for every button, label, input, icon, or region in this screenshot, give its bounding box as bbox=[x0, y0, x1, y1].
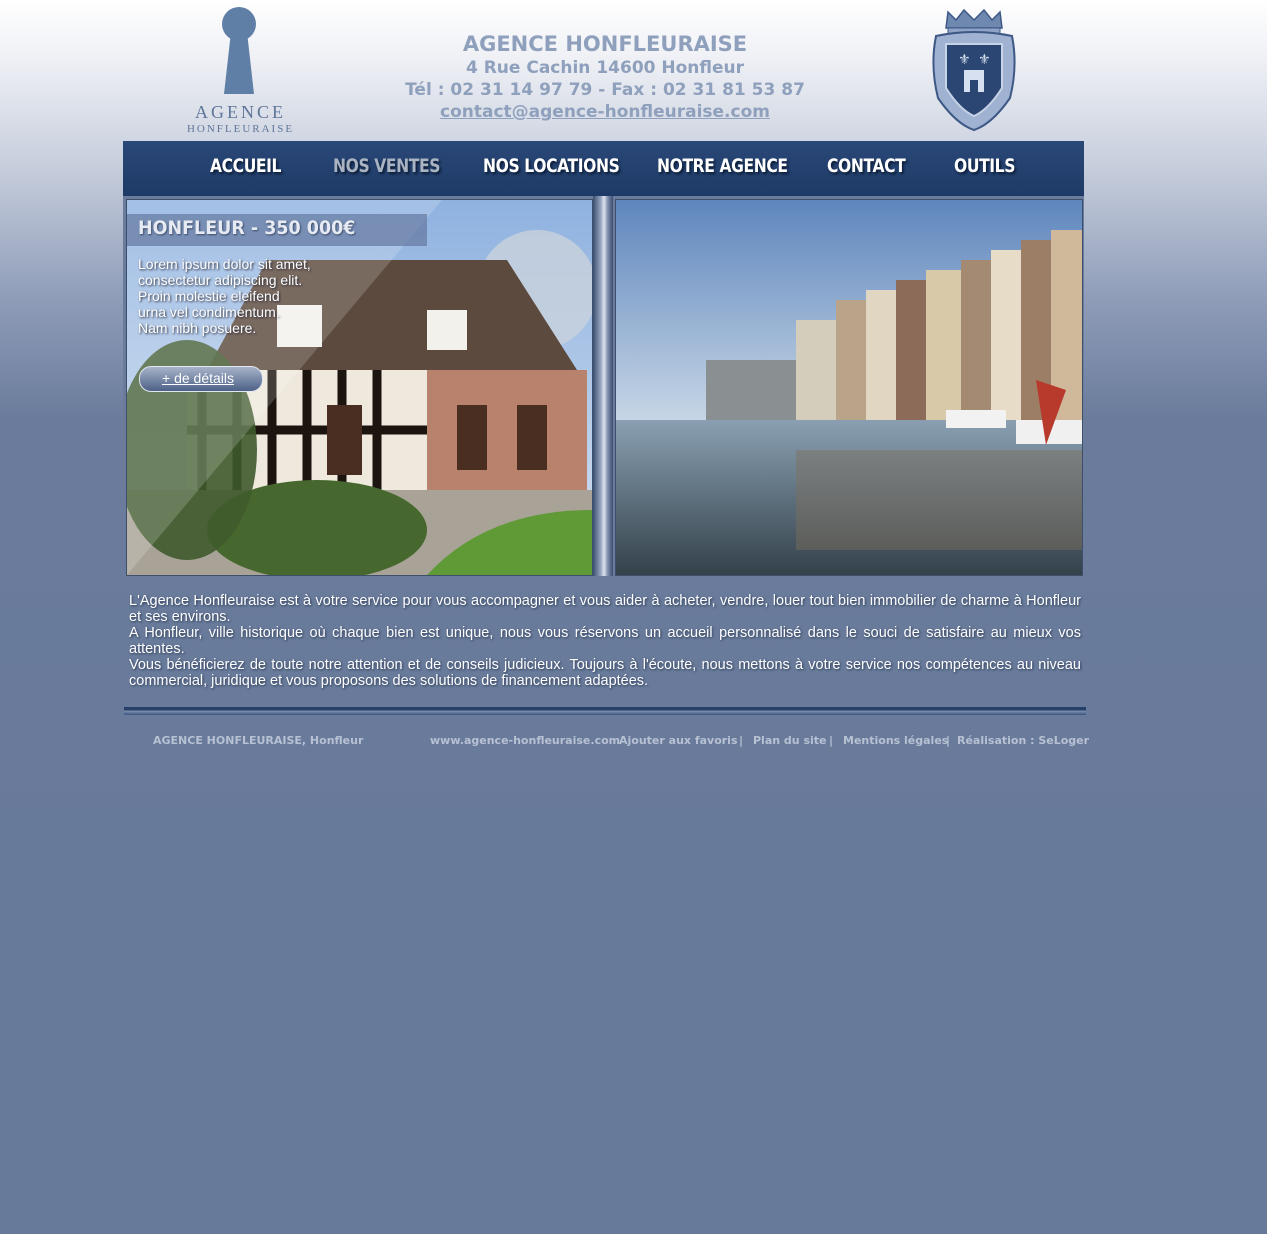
nav-item-accueil[interactable]: ACCUEIL bbox=[210, 155, 281, 177]
nav-item-nos-locations[interactable]: NOS LOCATIONS bbox=[483, 155, 620, 177]
listing-description-line: consectetur adipiscing elit. bbox=[138, 272, 303, 288]
footer-agency-name: AGENCE HONFLEURAISE, Honfleur bbox=[153, 734, 364, 747]
listing-title-banner: HONFLEUR - 350 000€ bbox=[127, 214, 427, 246]
more-details-label: + de détails bbox=[162, 370, 234, 386]
agency-introduction: L'Agence Honfleuraise est à votre servic… bbox=[129, 593, 1081, 689]
site-header: AGENCE HONFLEURAISE AGENCE HONFLEURAISE … bbox=[0, 0, 1267, 141]
footer-separator-pipe: | bbox=[829, 734, 834, 747]
footer-add-favorites-link[interactable]: Ajouter aux favoris bbox=[619, 734, 738, 747]
more-details-button[interactable]: + de détails bbox=[139, 366, 263, 392]
listing-description-line: Proin molestie eleifend bbox=[138, 288, 280, 304]
footer-credit-link[interactable]: Réalisation : SeLoger bbox=[957, 734, 1089, 747]
listing-description-line: urna vel condimentum. bbox=[138, 304, 280, 320]
logo-text-agence: AGENCE bbox=[195, 102, 286, 122]
ornamental-divider bbox=[593, 196, 613, 576]
listing-description-line: Lorem ipsum dolor sit amet, bbox=[138, 256, 311, 272]
footer-separator-pipe: | bbox=[946, 734, 951, 747]
nav-item-outils[interactable]: OUTILS bbox=[954, 155, 1015, 177]
intro-paragraph: L'Agence Honfleuraise est à votre servic… bbox=[129, 593, 1081, 625]
footer-sitemap-link[interactable]: Plan du site bbox=[753, 734, 827, 747]
svg-text:⚜: ⚜ bbox=[958, 52, 971, 68]
listing-description-line: Nam nibh posuere. bbox=[138, 320, 257, 336]
agency-email-link[interactable]: contact@agence-honfleuraise.com bbox=[400, 101, 810, 123]
footer-site-link[interactable]: www.agence-honfleuraise.com bbox=[430, 734, 620, 747]
logo-text-honfleuraise: HONFLEURAISE bbox=[186, 123, 295, 135]
keyhole-icon bbox=[222, 7, 256, 94]
nav-item-notre-agence[interactable]: NOTRE AGENCE bbox=[657, 155, 788, 177]
intro-paragraph: A Honfleur, ville historique où chaque b… bbox=[129, 625, 1081, 657]
honfleur-harbour-photo bbox=[615, 199, 1083, 576]
contact-block: AGENCE HONFLEURAISE 4 Rue Cachin 14600 H… bbox=[400, 32, 810, 123]
honfleur-coat-of-arms-icon: ⚜ ⚜ bbox=[926, 6, 1022, 132]
agency-name: AGENCE HONFLEURAISE bbox=[462, 32, 748, 56]
featured-listing: HONFLEUR - 350 000€ Lorem ipsum dolor si… bbox=[123, 196, 1084, 579]
agency-address: 4 Rue Cachin 14600 Honfleur bbox=[465, 58, 745, 78]
listing-house-photo[interactable]: HONFLEUR - 350 000€ Lorem ipsum dolor si… bbox=[126, 199, 593, 576]
svg-text:⚜: ⚜ bbox=[978, 52, 991, 68]
listing-description: Lorem ipsum dolor sit amet, consectetur … bbox=[138, 256, 368, 336]
agency-logo[interactable]: AGENCE HONFLEURAISE bbox=[183, 6, 298, 135]
nav-item-contact[interactable]: CONTACT bbox=[827, 155, 906, 177]
footer-separator bbox=[124, 707, 1086, 715]
footer-legal-link[interactable]: Mentions légales bbox=[843, 734, 948, 747]
footer-separator-pipe: | bbox=[739, 734, 744, 747]
agency-phone-fax: Tél : 02 31 14 97 79 - Fax : 02 31 81 53… bbox=[405, 80, 805, 100]
nav-item-nos-ventes[interactable]: NOS VENTES bbox=[333, 155, 440, 177]
listing-title: HONFLEUR - 350 000€ bbox=[138, 217, 356, 239]
main-navigation: ACCUEIL NOS VENTES NOS LOCATIONS NOTRE A… bbox=[123, 141, 1084, 196]
intro-paragraph: Vous bénéficierez de toute notre attenti… bbox=[129, 657, 1081, 689]
